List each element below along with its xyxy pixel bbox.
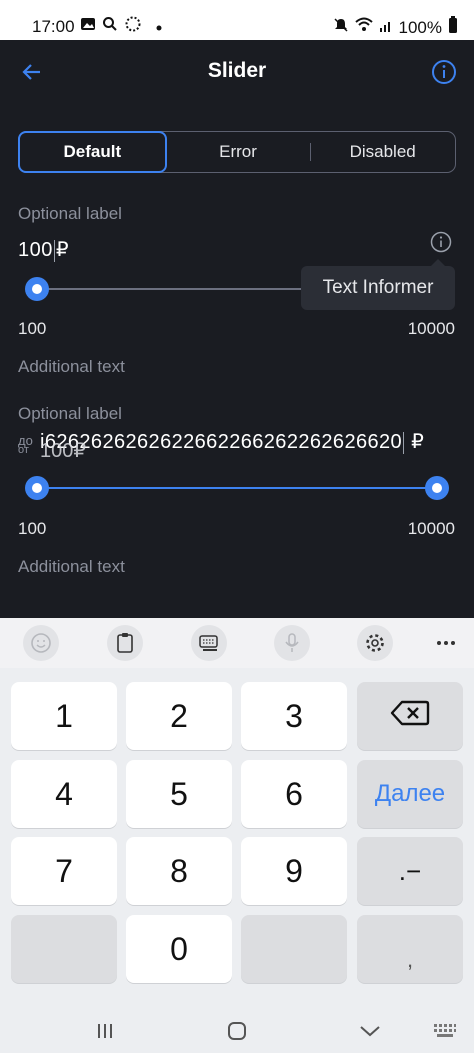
- dot-minus-key[interactable]: .−: [357, 837, 463, 905]
- key-3[interactable]: 3: [241, 682, 347, 750]
- slider2-end-thumb[interactable]: [425, 476, 449, 500]
- slider2-under-number: 100: [40, 440, 74, 462]
- slider2-max-label: 10000: [407, 519, 455, 538]
- blank-key-left[interactable]: [11, 915, 117, 983]
- slider2-min-label: 100: [18, 519, 47, 538]
- key-9[interactable]: 9: [241, 837, 347, 905]
- slider2-under-value: 100₽: [40, 438, 86, 463]
- keyboard-mode-icon[interactable]: [191, 625, 227, 661]
- hide-keyboard-icon[interactable]: [355, 1016, 385, 1046]
- settings-gear-icon[interactable]: [357, 625, 393, 661]
- key-6[interactable]: 6: [241, 760, 347, 828]
- key-7[interactable]: 7: [11, 837, 117, 905]
- key-1[interactable]: 1: [11, 682, 117, 750]
- page-title: Slider: [207, 59, 267, 82]
- clipboard-icon[interactable]: [107, 625, 143, 661]
- slider2-currency: ₽: [411, 431, 425, 453]
- text-caret: [53, 239, 55, 262]
- loading-icon: [124, 15, 142, 38]
- slider1-thumb[interactable]: [25, 277, 49, 301]
- slider1-max-label: 10000: [407, 319, 455, 338]
- slider2-under-currency: ₽: [73, 440, 87, 462]
- segment-disabled-label: Disabled: [349, 142, 416, 161]
- slider1-value-field[interactable]: 100 ₽: [18, 237, 69, 262]
- slider2-value-field[interactable]: i6262626262622662266262262626620 ₽: [40, 429, 424, 454]
- text-caret: [403, 431, 405, 454]
- battery-icon: [448, 16, 458, 39]
- status-notification-icons: [80, 15, 162, 38]
- key-8[interactable]: 8: [126, 837, 232, 905]
- key-4[interactable]: 4: [11, 760, 117, 828]
- slider1-additional-text: Additional text: [18, 357, 125, 376]
- slider2-additional-text: Additional text: [18, 557, 125, 576]
- slider2-value: i6262626262622662266262262626620: [40, 431, 403, 453]
- emoji-icon[interactable]: [23, 625, 59, 661]
- segment-divider: [310, 143, 312, 161]
- home-icon[interactable]: [222, 1016, 252, 1046]
- slider1-currency: ₽: [55, 239, 70, 261]
- status-right: 100%: [333, 16, 458, 39]
- signal-icon: [379, 18, 393, 38]
- state-segmented-control: Default Error Disabled: [18, 131, 456, 173]
- segment-default[interactable]: Default: [18, 131, 167, 173]
- text-informer-tooltip: Text Informer: [301, 266, 455, 310]
- image-icon: [80, 16, 96, 37]
- more-options-icon[interactable]: [428, 625, 464, 661]
- wifi-icon: [354, 17, 373, 38]
- info-icon[interactable]: [430, 58, 458, 86]
- backspace-icon: [390, 698, 430, 735]
- slider2-label: Optional label: [18, 404, 122, 423]
- app-bar: Slider: [0, 40, 474, 104]
- segment-disabled[interactable]: Disabled: [310, 132, 455, 172]
- system-nav-bar: [0, 1008, 474, 1053]
- microphone-icon[interactable]: [274, 625, 310, 661]
- blank-key-right[interactable]: [241, 915, 347, 983]
- slider1-min-label: 100: [18, 319, 47, 338]
- slider2-start-thumb[interactable]: [25, 476, 49, 500]
- numeric-keyboard: 1 2 3 4 5 6 Далее 7 8 9 .− 0 ,: [0, 668, 474, 1008]
- mute-icon: [333, 17, 349, 38]
- status-time: 17:00: [32, 17, 75, 36]
- dot-icon: [156, 18, 162, 36]
- next-key[interactable]: Далее: [357, 760, 463, 828]
- slider1-info-icon[interactable]: [430, 231, 452, 253]
- search-icon: [102, 16, 118, 37]
- backspace-key[interactable]: [357, 682, 463, 750]
- key-2[interactable]: 2: [126, 682, 232, 750]
- segment-error[interactable]: Error: [166, 132, 311, 172]
- slider2-prefix-to: от: [18, 444, 29, 456]
- battery-percent: 100%: [398, 17, 442, 37]
- key-5[interactable]: 5: [126, 760, 232, 828]
- slider2-selected-range: [37, 487, 437, 489]
- recent-apps-icon[interactable]: [90, 1016, 120, 1046]
- keyboard-toolbar: [0, 618, 474, 668]
- comma-key[interactable]: ,: [357, 915, 463, 983]
- slider1-label: Optional label: [18, 204, 122, 223]
- status-bar: 17:00 100%: [0, 0, 474, 40]
- key-0[interactable]: 0: [126, 915, 232, 983]
- slider1-value: 100: [18, 239, 53, 261]
- keyboard-icon[interactable]: [430, 1016, 460, 1046]
